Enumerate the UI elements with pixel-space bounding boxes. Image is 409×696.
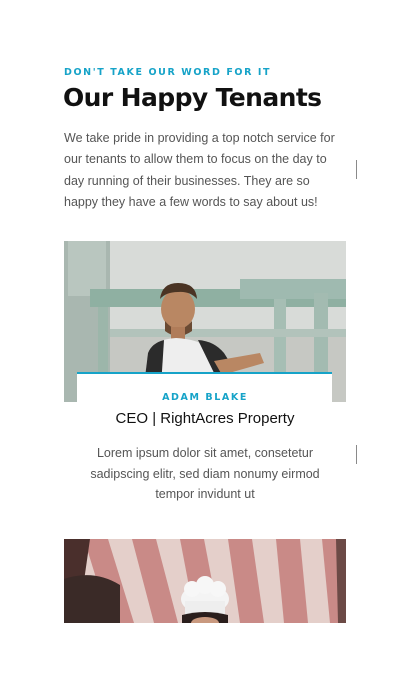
testimonial-role: CEO | RightAcres Property [115, 410, 295, 427]
testimonial-photo-2 [64, 539, 346, 623]
section-title: Our Happy Tenants [63, 83, 322, 112]
section-eyebrow: DON'T TAKE OUR WORD FOR IT [64, 67, 272, 78]
scroll-indicator-2[interactable] [356, 445, 357, 464]
testimonial-quote: Lorem ipsum dolor sit amet, consetetur s… [90, 446, 320, 501]
section-intro: We take pride in providing a top notch s… [64, 131, 335, 209]
testimonial-name: ADAM BLAKE [162, 392, 248, 403]
scroll-indicator[interactable] [356, 160, 357, 179]
